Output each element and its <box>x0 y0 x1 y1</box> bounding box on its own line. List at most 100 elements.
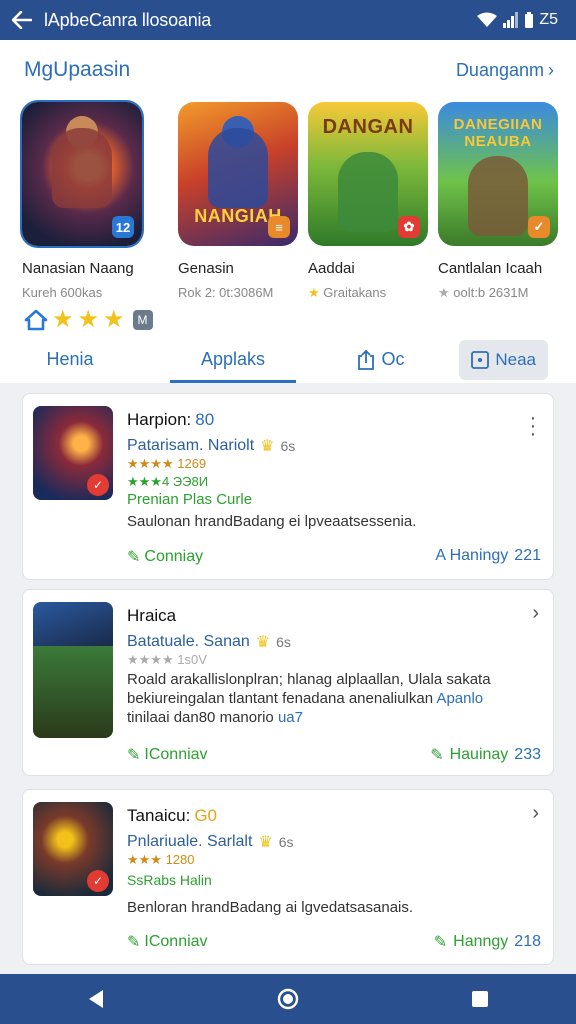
top-app-bar: lApbeCanra llosoania Z5 <box>0 0 576 40</box>
tab-new[interactable]: Neaa <box>459 339 548 380</box>
status-time: Z5 <box>539 11 558 28</box>
pencil-icon: ✎ <box>127 934 141 951</box>
rating-row: ★ ★ ★ M <box>24 308 153 332</box>
card-meta: ★ Graitakans <box>308 285 387 300</box>
wifi-icon <box>477 12 498 27</box>
share-icon <box>358 349 375 370</box>
developer-name: Pnlariuale. Sarlalt <box>127 833 253 850</box>
platform-badge: ≡ <box>268 216 290 238</box>
card-meta: Rok 2: 0t:3086M <box>178 285 274 300</box>
featured-card[interactable]: 12 Nanasian Naang Kureh 600kas <box>22 102 148 300</box>
card-title: Nanasian Naang <box>22 260 134 277</box>
app-icon: ✓ <box>33 802 113 896</box>
featured-card[interactable]: NANGIAH ≡ Genasin Rok 2: 0t:3086M <box>178 102 304 300</box>
item-description: Benloran hrandBadang ai lgvedatsasanais. <box>127 899 414 916</box>
back-arrow-icon[interactable] <box>0 0 44 40</box>
status-bar: Z5 <box>477 11 576 29</box>
item-title: Harpion: 80 <box>127 410 215 429</box>
rating-line: ★★★★ 1269 <box>127 456 207 471</box>
system-nav-bar <box>0 974 576 1024</box>
featured-card[interactable]: DANEGIIAN NEAUBA ✓ Cantlalan Icaah ★ ool… <box>438 102 564 301</box>
platform-badge: 12 <box>112 216 134 238</box>
developer-name: Batatuale. Sanan <box>127 633 250 650</box>
crown-icon: ♛ <box>255 634 271 651</box>
tab-label: Neaa <box>495 349 536 369</box>
rating-line: ★★★★ 1s0V <box>127 652 207 667</box>
item-title: Hraica <box>127 606 177 625</box>
chevron-right-icon: › <box>548 59 554 80</box>
nav-back-icon[interactable] <box>66 974 126 1024</box>
card-title: Genasin <box>178 260 234 277</box>
nav-home-icon[interactable] <box>258 974 318 1024</box>
section-header: MgUpaasin Duanganm › <box>24 58 554 82</box>
signal-icon <box>503 12 519 28</box>
section-title: MgUpaasin <box>24 58 131 81</box>
game-wordmark: DANEGIIAN NEAUBA <box>453 116 543 150</box>
platform-badge: ✓ <box>528 216 550 238</box>
version-label: 6s <box>280 438 296 454</box>
battery-icon <box>525 12 534 28</box>
secondary-action[interactable]: ✎ Hanngy 218 <box>434 932 541 952</box>
card-title: Aaddai <box>308 260 355 277</box>
category-label: SsRabs Halin <box>127 872 212 888</box>
chevron-right-icon[interactable]: › <box>532 802 539 825</box>
list-item[interactable]: Hraica › Batatuale. Sanan ♛ 6s ★★★★ 1s0V R… <box>22 589 554 776</box>
install-button[interactable]: ✎ Conniay <box>127 547 203 567</box>
platform-badge: ✿ <box>398 216 420 238</box>
game-thumbnail: DANGAN ✿ <box>308 102 428 246</box>
checkmark-icon: ✓ <box>87 870 109 892</box>
crown-icon: ♛ <box>258 834 273 851</box>
rating-line: ★★★ 1280 <box>127 852 195 867</box>
game-thumbnail: 12 <box>22 102 142 246</box>
list-item[interactable]: ✓ Tanaicu: G0 › Pnlariuale. Sarlalt ♛ 6s ★★… <box>22 789 554 965</box>
version-label: 6s <box>276 634 291 650</box>
developer-row: Patarisam. Nariolt ♛ 6s <box>127 436 295 456</box>
install-button[interactable]: ✎ IConniav <box>127 745 208 765</box>
pencil-icon: ✎ <box>127 747 141 764</box>
secondary-action[interactable]: A Haningy 221 <box>435 547 541 565</box>
see-more-link[interactable]: Duanganm › <box>456 60 554 81</box>
game-wordmark: DANGAN <box>322 116 414 138</box>
chevron-right-icon[interactable]: › <box>532 602 539 625</box>
version-label: 6s <box>278 834 294 850</box>
pencil-icon: ✎ <box>430 747 444 764</box>
item-description: Roald arakallislonplran; hlanag alplaall… <box>127 671 491 726</box>
checkmark-icon: ✓ <box>87 474 109 496</box>
app-icon <box>33 602 113 738</box>
tab-home[interactable]: Henia <box>0 336 140 383</box>
item-description: Saulonan hrandBadang ei lpveaatsessenia. <box>127 513 417 530</box>
trophy-icon: ★ <box>308 285 320 300</box>
developer-name: Patarisam. Nariolt <box>127 437 255 454</box>
square-dot-icon <box>471 350 490 369</box>
star-icon: ★ <box>52 306 74 333</box>
more-vert-icon[interactable]: · · · <box>529 408 537 444</box>
game-thumbnail: NANGIAH ≡ <box>178 102 298 246</box>
featured-section: MgUpaasin Duanganm › 12 Nanasian Naang K… <box>0 40 576 383</box>
developer-row: Batatuale. Sanan ♛ 6s <box>127 632 291 652</box>
featured-card[interactable]: DANGAN ✿ Aaddai ★ Graitakans <box>308 102 434 301</box>
nav-recents-icon[interactable] <box>450 974 510 1024</box>
secondary-action[interactable]: ✎ Hauinay 233 <box>430 745 541 765</box>
featured-carousel: 12 Nanasian Naang Kureh 600kas NANGIAH ≡… <box>22 102 562 312</box>
tab-apps[interactable]: Applaks <box>170 336 296 383</box>
star-icon: ★ <box>438 285 450 300</box>
pencil-icon: ✎ <box>433 934 448 951</box>
home-badge-icon <box>24 309 48 331</box>
tab-bar: Henia Applaks Oc Neaa <box>0 336 576 383</box>
app-icon: ✓ <box>33 406 113 500</box>
tab-share[interactable]: Oc <box>326 336 436 383</box>
developer-row: Pnlariuale. Sarlalt ♛ 6s <box>127 832 294 852</box>
list-item[interactable]: ✓ Harpion: 80 · · · Patarisam. Nariolt ♛ 6s ★… <box>22 393 554 580</box>
star-icon: ★ <box>77 306 100 333</box>
app-title: lApbeCanra llosoania <box>44 9 212 30</box>
card-title: Cantlalan Icaah <box>438 260 543 277</box>
see-more-label: Duanganm <box>455 59 544 80</box>
pencil-icon: ✎ <box>127 549 141 566</box>
star-icon: ★ <box>103 306 125 333</box>
card-meta: ★ oolt:b 2631M <box>438 285 529 300</box>
install-button[interactable]: ✎ IConniav <box>127 932 208 952</box>
game-thumbnail: DANEGIIAN NEAUBA ✓ <box>438 102 558 246</box>
rating-badge: M <box>132 310 153 330</box>
category-label: Prenian Plas Curle <box>127 491 253 508</box>
item-title: Tanaicu: G0 <box>127 806 218 825</box>
